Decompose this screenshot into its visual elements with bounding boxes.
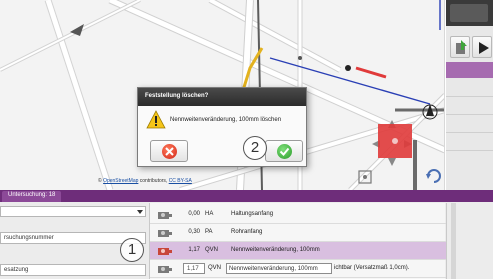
table-row[interactable]: 0,30 PA Rohranfang [150, 224, 446, 242]
license-link[interactable]: CC BY-SA [169, 178, 192, 184]
remark-text: ichtbar (Versatzmaß 1,0cm). [334, 265, 410, 271]
row-distance: 1,17 [188, 247, 200, 253]
code-label: QVN [208, 265, 222, 271]
preview-strip [446, 0, 493, 26]
row-code: HA [205, 211, 214, 217]
refresh-icon[interactable] [424, 166, 442, 184]
row-description: Rohranfang [231, 229, 263, 235]
confirm-button[interactable] [265, 140, 303, 162]
dialog-body: Nennweitenveränderung, 100mm löschen [138, 106, 306, 138]
table-row-selected[interactable]: 1,17 QVN Nennweitenveränderung, 100mm [150, 242, 446, 260]
play-button[interactable] [472, 36, 492, 58]
video-thumbnail[interactable] [450, 4, 488, 22]
description-input[interactable]: Nennweitenveränderung, 100mm [226, 263, 332, 274]
camera-icon [158, 266, 172, 273]
cancel-button[interactable] [150, 140, 188, 162]
row-description: Haltungsanfang [231, 211, 274, 217]
tab-bar: Untersuchung: 18 [0, 190, 493, 202]
export-button[interactable] [450, 36, 470, 58]
play-icon [479, 42, 489, 54]
attribution-middle: contributors, [139, 178, 168, 184]
scrollbar[interactable] [451, 203, 456, 279]
green-check-icon [277, 144, 292, 159]
inspection-panel: Untersuchung: 18 rsuchungsnummer esatzun… [0, 190, 493, 279]
filter-dropdown[interactable] [0, 206, 146, 217]
table-row-edit[interactable]: 1,17 QVN Nennweitenveränderung, 100mm ic… [150, 260, 446, 278]
fullscreen-icon[interactable] [356, 168, 374, 186]
map-attribution: © OpenStreetMap contributors, CC BY-SA [98, 178, 192, 184]
dialog-title: Feststellung löschen? [138, 88, 306, 106]
observation-list: 0,00 HA Haltungsanfang 0,30 PA Rohranfan… [149, 203, 446, 279]
warning-icon [146, 110, 166, 129]
row-code: PA [205, 229, 213, 235]
camera-icon [158, 230, 172, 237]
list-scrollbar-area [446, 203, 493, 279]
export-icon [456, 40, 467, 54]
panel-list [446, 96, 493, 166]
confirm-delete-dialog: Feststellung löschen? Nennweitenveränder… [137, 87, 307, 167]
callout-1: 1 [120, 238, 144, 262]
attribution-prefix: © [98, 178, 102, 184]
manning-field[interactable]: esatzung [0, 264, 146, 276]
row-code: QVN [205, 247, 219, 253]
tab-inspection[interactable]: Untersuchung: 18 [2, 191, 62, 202]
player-controls [446, 34, 493, 60]
distance-input[interactable]: 1,17 [183, 263, 205, 274]
progress-bar[interactable] [446, 62, 493, 78]
row-description: Nennweitenveränderung, 100mm [231, 247, 320, 253]
red-x-icon [162, 144, 177, 159]
openstreetmap-link[interactable]: OpenStreetMap [103, 178, 138, 184]
chevron-down-icon [137, 210, 143, 214]
right-panel [446, 0, 493, 200]
row-distance: 0,00 [188, 211, 200, 217]
camera-icon [158, 212, 172, 219]
row-distance: 0,30 [188, 229, 200, 235]
table-row[interactable]: 0,00 HA Haltungsanfang [150, 206, 446, 224]
camera-delete-icon [158, 248, 172, 255]
callout-2: 2 [243, 136, 267, 160]
dialog-message: Nennweitenveränderung, 100mm löschen [170, 117, 282, 123]
